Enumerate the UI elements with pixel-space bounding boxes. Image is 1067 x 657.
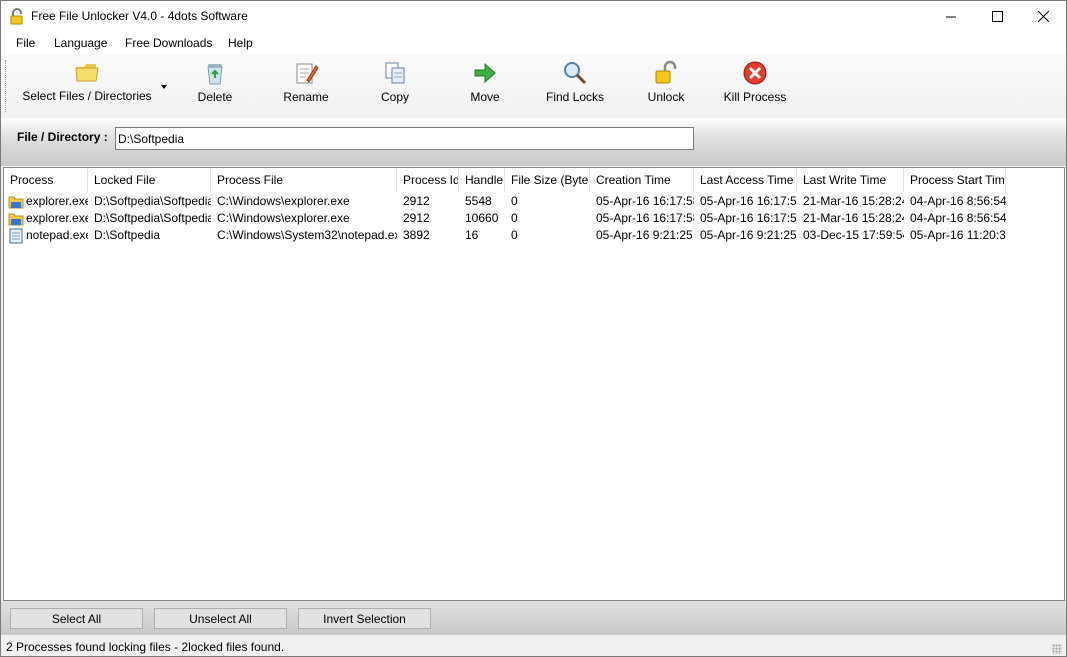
cell-handle: 10660 (465, 211, 499, 225)
cell-locked-file: D:\Softpedia\Softpedia (94, 194, 211, 208)
locks-list[interactable]: Process Locked File Process File Process… (3, 167, 1065, 601)
select-files-button[interactable]: Select Files / Directories (22, 59, 152, 113)
path-label: File / Directory : (17, 130, 108, 144)
column-process-file[interactable]: Process File (211, 168, 397, 192)
toolbar-grip[interactable] (5, 60, 8, 112)
cell-handle: 5548 (465, 194, 492, 208)
path-input[interactable] (115, 127, 694, 150)
unselect-all-button[interactable]: Unselect All (154, 608, 287, 629)
column-last-access-time[interactable]: Last Access Time (694, 168, 797, 192)
maximize-icon (991, 11, 1003, 22)
table-row[interactable]: explorer.exe D:\Softpedia\Softpedia C:\W… (4, 210, 1064, 227)
menu-language[interactable]: Language (54, 36, 107, 50)
delete-button[interactable]: Delete (189, 60, 241, 114)
cell-process-file: C:\Windows\System32\notepad.exe (217, 228, 397, 242)
copy-button[interactable]: Copy (373, 60, 417, 114)
kill-process-icon (743, 61, 767, 85)
cell-process: notepad.exe (26, 228, 88, 242)
column-file-size[interactable]: File Size (Bytes) (505, 168, 590, 192)
cell-process-file: C:\Windows\explorer.exe (217, 211, 350, 225)
kill-process-button[interactable]: Kill Process (723, 60, 787, 114)
cell-process-id: 3892 (403, 228, 430, 242)
select-all-button[interactable]: Select All (10, 608, 143, 629)
title-bar: Free File Unlocker V4.0 - 4dots Software (1, 1, 1066, 32)
table-row[interactable]: notepad.exe D:\Softpedia C:\Windows\Syst… (4, 227, 1064, 244)
find-locks-button[interactable]: Find Locks (545, 60, 605, 114)
app-padlock-icon (10, 8, 23, 25)
cell-process: explorer.exe (26, 194, 88, 208)
minimize-icon (945, 16, 956, 18)
selection-bar: Select All Unselect All Invert Selection (1, 601, 1066, 635)
delete-label: Delete (197, 90, 233, 104)
menu-file[interactable]: File (16, 36, 35, 50)
magnifier-icon (564, 62, 587, 85)
select-files-dropdown-arrow-icon[interactable] (161, 85, 167, 89)
recycle-bin-icon (207, 64, 223, 85)
copy-icon (385, 62, 405, 84)
invert-selection-button[interactable]: Invert Selection (298, 608, 431, 629)
find-locks-label: Find Locks (545, 90, 605, 104)
cell-last-write-time: 03-Dec-15 17:59:54 (803, 228, 904, 242)
menu-free-downloads[interactable]: Free Downloads (125, 36, 212, 50)
minimize-button[interactable] (928, 1, 974, 32)
kill-process-label: Kill Process (723, 90, 787, 104)
cell-handle: 16 (465, 228, 479, 242)
cell-creation-time: 05-Apr-16 16:17:58 (596, 194, 694, 208)
cell-file-size: 0 (511, 194, 518, 208)
status-text: 2 Processes found locking files - 2locke… (6, 640, 285, 654)
select-files-label: Select Files / Directories (22, 89, 152, 103)
cell-last-write-time: 21-Mar-16 15:28:24 (803, 194, 904, 208)
resize-grip-icon[interactable] (1052, 644, 1062, 654)
status-bar: 2 Processes found locking files - 2locke… (1, 635, 1066, 656)
cell-process-start-time: 04-Apr-16 8:56:54 (910, 211, 1006, 225)
cell-process-start-time: 05-Apr-16 11:20:30 (910, 228, 1006, 242)
menu-bar: File Language Free Downloads Help (1, 32, 1066, 54)
move-arrow-icon (474, 62, 496, 84)
rename-button[interactable]: Rename (279, 60, 333, 114)
menu-help[interactable]: Help (228, 36, 253, 50)
move-button[interactable]: Move (465, 60, 505, 114)
close-icon (1037, 11, 1049, 22)
path-panel: File / Directory : (1, 118, 1066, 166)
cell-file-size: 0 (511, 228, 518, 242)
table-row[interactable]: explorer.exe D:\Softpedia\Softpedia C:\W… (4, 193, 1064, 210)
cell-process-file: C:\Windows\explorer.exe (217, 194, 350, 208)
window-title: Free File Unlocker V4.0 - 4dots Software (31, 9, 248, 23)
move-label: Move (470, 90, 500, 104)
rename-icon (296, 63, 319, 84)
cell-process: explorer.exe (26, 211, 88, 225)
cell-process-start-time: 04-Apr-16 8:56:54 (910, 194, 1006, 208)
cell-creation-time: 05-Apr-16 9:21:25 (596, 228, 693, 242)
close-button[interactable] (1020, 1, 1066, 32)
app-window: Free File Unlocker V4.0 - 4dots Software… (0, 0, 1067, 657)
copy-label: Copy (380, 90, 409, 104)
column-last-write-time[interactable]: Last Write Time (797, 168, 904, 192)
cell-last-access-time: 05-Apr-16 16:17:58 (700, 211, 797, 225)
cell-last-access-time: 05-Apr-16 9:21:25 (700, 228, 797, 242)
unlock-button[interactable]: Unlock (645, 60, 687, 114)
column-handle[interactable]: Handle (459, 168, 505, 192)
unlock-label: Unlock (647, 90, 685, 104)
cell-locked-file: D:\Softpedia\Softpedia (94, 211, 211, 225)
column-process-id[interactable]: Process Id (397, 168, 459, 192)
rename-label: Rename (283, 90, 329, 104)
cell-creation-time: 05-Apr-16 16:17:58 (596, 211, 694, 225)
cell-process-id: 2912 (403, 211, 430, 225)
folder-icon (75, 64, 99, 82)
cell-locked-file: D:\Softpedia (94, 228, 161, 242)
cell-process-id: 2912 (403, 194, 430, 208)
column-locked-file[interactable]: Locked File (88, 168, 211, 192)
cell-last-access-time: 05-Apr-16 16:17:58 (700, 194, 797, 208)
unlock-padlock-icon (655, 60, 677, 84)
list-header: Process Locked File Process File Process… (4, 168, 1064, 192)
cell-last-write-time: 21-Mar-16 15:28:24 (803, 211, 904, 225)
column-creation-time[interactable]: Creation Time (590, 168, 694, 192)
cell-file-size: 0 (511, 211, 518, 225)
column-process-start-time[interactable]: Process Start Time (904, 168, 1006, 192)
maximize-button[interactable] (974, 1, 1020, 32)
column-process[interactable]: Process (4, 168, 88, 192)
